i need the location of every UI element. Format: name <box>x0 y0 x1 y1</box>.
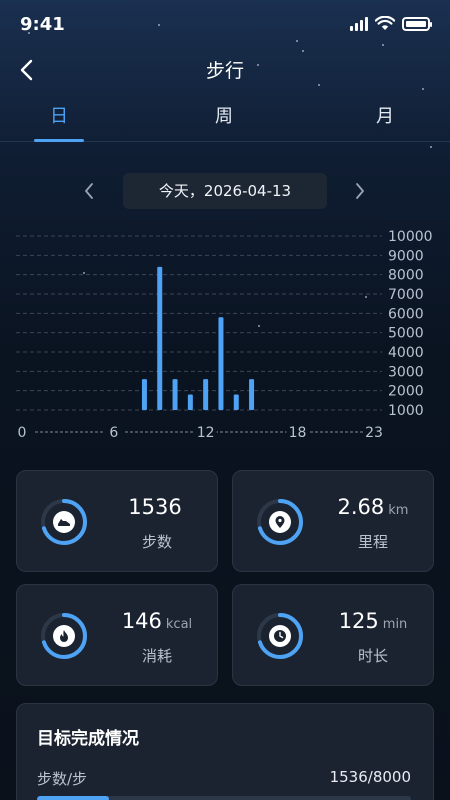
period-tabs: 日 周 月 <box>0 96 450 142</box>
y-tick-label: 4000 <box>388 345 424 361</box>
x-tick-label: 12 <box>197 425 215 441</box>
y-tick-label: 1000 <box>388 403 424 419</box>
stat-card-duration[interactable]: 125 min 时长 <box>232 584 434 686</box>
bar-hour-14[interactable] <box>233 394 239 410</box>
page-title: 步行 <box>205 60 244 82</box>
y-tick-label: 10000 <box>388 229 433 245</box>
y-tick-label: 3000 <box>388 364 424 380</box>
tab-week[interactable]: 周 <box>194 102 254 128</box>
stat-value: 1536 <box>128 495 182 519</box>
stat-unit: min <box>382 617 408 632</box>
stat-value: 2.68 <box>337 495 385 519</box>
y-tick-label: 2000 <box>388 384 424 400</box>
battery-icon <box>402 16 432 31</box>
x-tick-label: 23 <box>365 425 383 441</box>
bar-hour-11[interactable] <box>187 394 193 410</box>
cellular-signal-icon <box>350 16 368 31</box>
y-tick-label: 5000 <box>388 326 424 342</box>
next-day-button[interactable] <box>346 177 374 205</box>
previous-day-button[interactable] <box>75 177 103 205</box>
tab-month[interactable]: 月 <box>355 102 415 128</box>
wifi-icon <box>375 16 395 30</box>
chevron-right-icon <box>356 183 364 199</box>
stat-value-wrap: 1536 <box>97 495 217 519</box>
bar-hour-15[interactable] <box>249 379 255 410</box>
chevron-left-icon <box>85 183 93 199</box>
status-time: 9:41 <box>20 14 65 35</box>
goal-row-value: 1536/8000 <box>329 768 411 786</box>
stat-unit: km <box>388 503 409 518</box>
y-tick-label: 8000 <box>388 268 424 284</box>
stat-value: 146 <box>121 609 162 633</box>
x-tick-label: 6 <box>109 425 118 441</box>
goal-row-label: 步数/步 <box>37 770 88 788</box>
flame-icon <box>53 625 75 647</box>
stat-label: 里程 <box>357 533 388 551</box>
x-tick-label: 0 <box>18 425 27 441</box>
date-selector: 今天，2026-04-13 <box>0 173 450 211</box>
bar-hour-8[interactable] <box>141 379 147 410</box>
nav-header: 步行 <box>0 48 450 92</box>
goal-title: 目标完成情况 <box>37 729 139 749</box>
status-bar: 9:41 <box>0 0 450 48</box>
y-tick-label: 7000 <box>388 287 424 303</box>
active-tab-indicator <box>34 139 84 142</box>
bar-hour-9[interactable] <box>157 266 163 410</box>
clock-icon <box>269 625 291 647</box>
stat-card-steps[interactable]: 1536 步数 <box>16 470 218 572</box>
hourly-steps-chart: 1000090008000700060005000400030002000100… <box>11 229 433 441</box>
stat-card-distance[interactable]: 2.68 km 里程 <box>232 470 434 572</box>
stat-value-wrap: 2.68 km <box>313 495 433 519</box>
bar-hour-12[interactable] <box>203 379 209 410</box>
stat-value-wrap: 146 kcal <box>97 609 217 633</box>
goal-progress-fill <box>37 796 109 800</box>
tab-day[interactable]: 日 <box>29 102 89 128</box>
bar-hour-10[interactable] <box>172 379 178 410</box>
stat-label: 时长 <box>357 647 388 665</box>
goal-section: 目标完成情况 步数/步 1536/8000 <box>16 703 434 800</box>
y-tick-label: 9000 <box>388 248 424 264</box>
goal-progress-bar <box>37 796 411 800</box>
y-tick-label: 6000 <box>388 306 424 322</box>
stat-unit: kcal <box>165 617 193 632</box>
stat-value-wrap: 125 min <box>313 609 433 633</box>
stat-label: 消耗 <box>141 647 172 665</box>
location-pin-icon <box>269 511 291 533</box>
stat-card-calories[interactable]: 146 kcal 消耗 <box>16 584 218 686</box>
date-label[interactable]: 今天，2026-04-13 <box>123 173 327 209</box>
bar-hour-13[interactable] <box>218 317 224 410</box>
shoe-icon <box>53 511 75 533</box>
stat-value: 125 <box>338 609 379 633</box>
stat-label: 步数 <box>141 533 172 551</box>
x-tick-label: 18 <box>289 425 307 441</box>
